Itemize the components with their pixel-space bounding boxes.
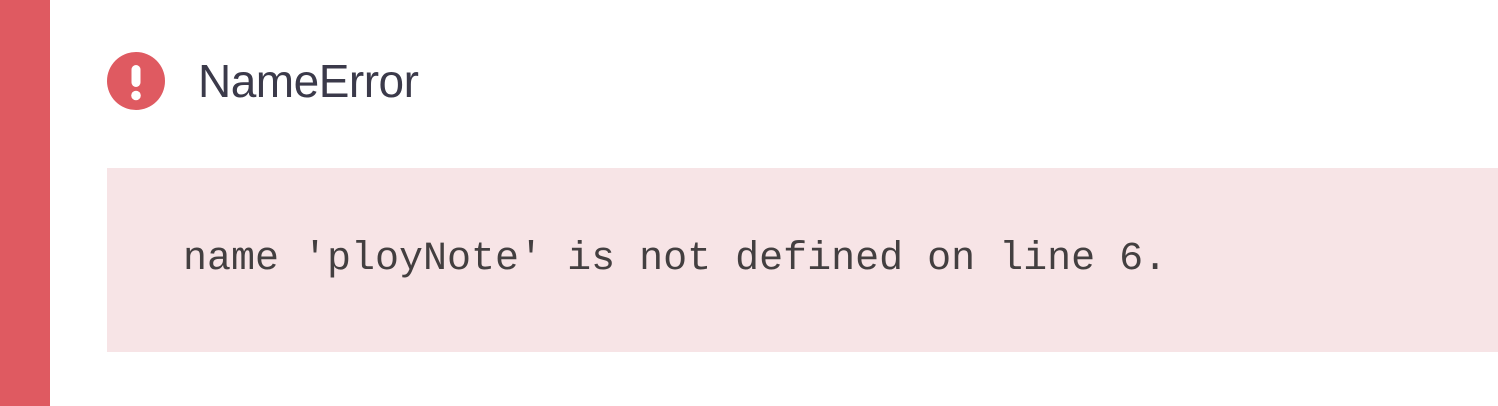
error-accent-bar xyxy=(0,0,50,406)
error-panel: NameError name 'ployNote' is not defined… xyxy=(0,0,1498,406)
error-header: NameError xyxy=(107,52,419,110)
exclamation-circle-icon xyxy=(107,52,165,110)
error-message-box: name 'ployNote' is not defined on line 6… xyxy=(107,168,1498,352)
error-title: NameError xyxy=(198,55,419,107)
error-message: name 'ployNote' is not defined on line 6… xyxy=(183,237,1168,282)
